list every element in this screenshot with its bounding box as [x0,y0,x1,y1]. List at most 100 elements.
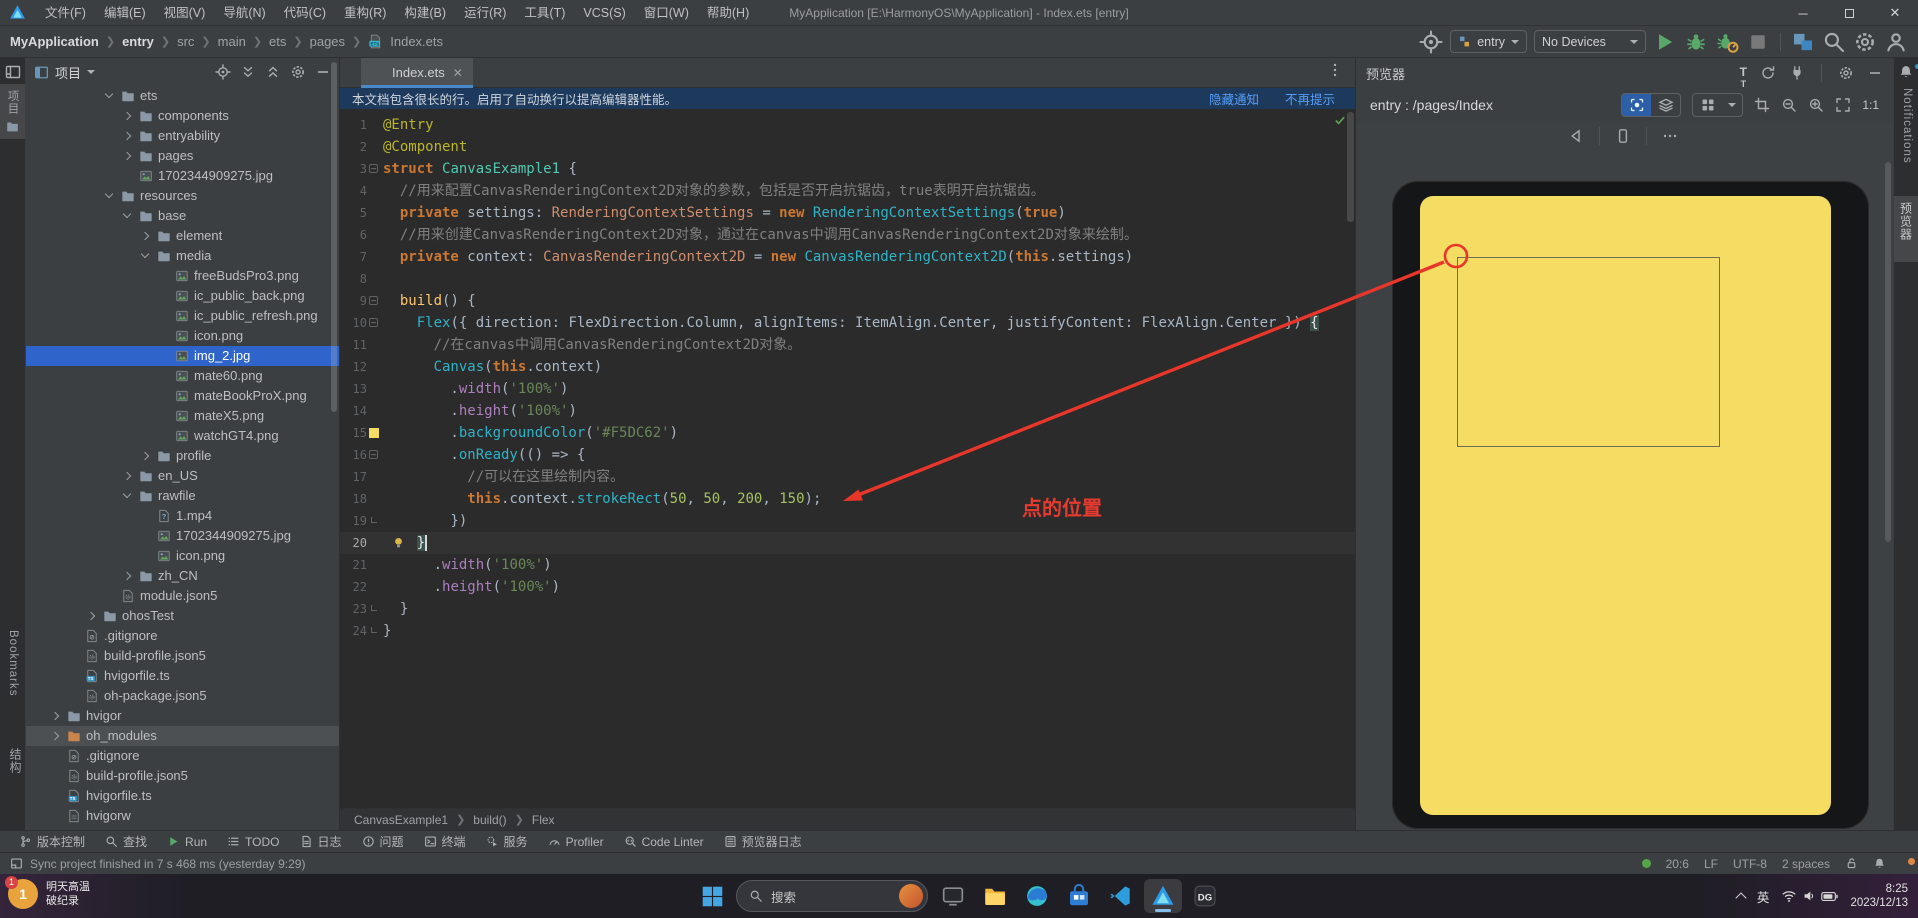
module-select[interactable]: entry [1450,30,1527,53]
fold-collapse-icon[interactable]: – [369,450,378,459]
hide-panel-icon[interactable] [315,64,331,80]
tree-item[interactable]: build-profile.json5 [26,646,339,666]
tree-chevron-icon[interactable] [122,151,132,161]
menu-item[interactable]: 编辑(E) [95,0,155,26]
previewer-settings-icon[interactable] [1838,65,1854,81]
menu-item[interactable]: 导航(N) [214,0,274,26]
fold-collapse-icon[interactable]: – [369,318,378,327]
maximize-button[interactable] [1826,0,1872,26]
taskbar-search[interactable]: 搜索 [736,880,928,912]
taskbar-app-task-view[interactable] [934,879,972,913]
tray-status-icons[interactable] [1781,889,1839,903]
profile-button[interactable] [1715,30,1739,54]
plugin-icon[interactable] [1789,65,1805,81]
tree-item[interactable]: entryability [26,126,339,146]
toolwindow-button-todo[interactable]: TODO [218,831,288,853]
canvas-preview[interactable] [1420,196,1831,815]
grid-icon[interactable] [1693,94,1722,116]
taskbar-app-dg-app[interactable]: DG [1186,879,1224,913]
tree-item[interactable]: ic_public_back.png [26,286,339,306]
close-tab-icon[interactable]: ✕ [453,66,463,80]
status-message[interactable]: Sync project finished in 7 s 468 ms (yes… [30,857,305,871]
caret-position[interactable]: 20:6 [1666,857,1689,871]
crop-frame-icon[interactable] [1754,97,1770,113]
tree-item[interactable]: media [26,246,339,266]
back-triangle-icon[interactable] [1568,128,1584,144]
taskbar-app-deveco-studio[interactable] [1144,879,1182,913]
tree-item[interactable]: ohosTest [26,606,339,626]
rotate-device-icon[interactable] [1615,128,1631,144]
tree-item[interactable]: profile [26,446,339,466]
tree-chevron-icon[interactable] [122,209,132,219]
tree-item[interactable]: hvigorw [26,806,339,826]
taskbar-app-edge[interactable] [1018,879,1056,913]
breadcrumb-item[interactable]: entry [122,34,154,49]
breadcrumb-item[interactable]: ets [269,34,286,49]
toolwindow-button-run[interactable]: Run [158,831,216,853]
breadcrumb-item[interactable]: src [177,34,194,49]
tree-chevron-icon[interactable] [50,711,60,721]
tree-item[interactable]: ets [26,86,339,106]
sidebar-tab-notifications[interactable]: Notifications [1901,88,1913,169]
tree-item[interactable]: ? 1.mp4 [26,506,339,526]
fit-screen-icon[interactable] [1835,97,1851,113]
unlock-icon[interactable] [1845,857,1858,870]
tree-chevron-icon[interactable] [122,111,132,121]
toolwindow-button--[interactable]: 日志 [291,831,351,853]
tree-chevron-icon[interactable] [50,731,60,741]
editor-breadcrumb-item[interactable]: build() [473,813,506,827]
menu-item[interactable]: 重构(R) [335,0,395,26]
toolwindow-button--[interactable]: 预览器日志 [715,831,811,853]
collapse-all-icon[interactable] [265,64,281,80]
profile-account-icon[interactable] [1884,30,1908,54]
dont-show-again-link[interactable]: 不再提示 [1285,89,1335,108]
toolwindow-button--[interactable]: 查找 [96,831,156,853]
tree-item[interactable]: TS hvigorfile.ts [26,666,339,686]
device-select[interactable]: No Devices [1534,30,1646,53]
toolwindow-button--[interactable]: 版本控制 [10,831,94,853]
tray-expand-icon[interactable] [1735,891,1747,904]
tree-chevron-icon[interactable] [104,89,114,99]
sidebar-tab-structure[interactable]: 结构 [7,748,24,779]
tree-chevron-icon[interactable] [122,571,132,581]
tree-item[interactable]: .gitignore [26,746,339,766]
font-size-icon[interactable]: TT [1740,65,1747,89]
tree-item[interactable]: en_US [26,466,339,486]
inspections-ok-icon[interactable] [1333,113,1347,127]
tree-item[interactable]: oh-package.json5 [26,686,339,706]
tree-item[interactable]: resources [26,186,339,206]
tree-chevron-icon[interactable] [122,471,132,481]
editor-breadcrumb-item[interactable]: CanvasExample1 [354,813,448,827]
tree-item[interactable]: icon.png [26,546,339,566]
hide-previewer-icon[interactable] [1867,65,1883,81]
breadcrumb-item[interactable]: main [218,34,246,49]
toolwindow-button--[interactable]: 问题 [353,831,413,853]
tree-chevron-icon[interactable] [122,489,132,499]
search-everywhere-icon[interactable] [1822,30,1846,54]
tree-chevron-icon[interactable] [122,131,132,141]
ime-indicator[interactable]: 英 [1757,887,1770,906]
menu-item[interactable]: 视图(V) [155,0,215,26]
tree-item[interactable]: TS hvigorfile.ts [26,786,339,806]
tree-item[interactable]: mateBookProX.png [26,386,339,406]
tree-chevron-icon[interactable] [104,189,114,199]
line-ending[interactable]: LF [1704,857,1718,871]
menu-item[interactable]: 窗口(W) [635,0,698,26]
toolwindow-button-code-linter[interactable]: Code Linter [615,831,713,853]
tree-item[interactable]: 1702344909275.jpg [26,166,339,186]
tree-item[interactable]: 1702344909275.jpg [26,526,339,546]
menu-item[interactable]: 代码(C) [275,0,335,26]
tree-item[interactable]: rawfile [26,486,339,506]
tree-item[interactable]: oh_modules [26,726,339,746]
sidebar-tab-previewer[interactable]: 预览器 [1894,196,1918,262]
code-editor[interactable]: 1 @Entry 2 @Component 3– struct CanvasExample… [340,109,1355,808]
start-button[interactable] [694,879,730,913]
sidebar-tab-project[interactable]: 项目 [0,84,25,139]
taskbar-app-vscode[interactable] [1102,879,1140,913]
toolwindow-button--[interactable]: 终端 [415,831,475,853]
breadcrumb-item[interactable]: pages [310,34,345,49]
fold-end-icon[interactable] [371,605,377,611]
menu-item[interactable]: 工具(T) [515,0,574,26]
tree-item[interactable]: .gitignore [26,626,339,646]
tree-item[interactable]: zh_CN [26,566,339,586]
